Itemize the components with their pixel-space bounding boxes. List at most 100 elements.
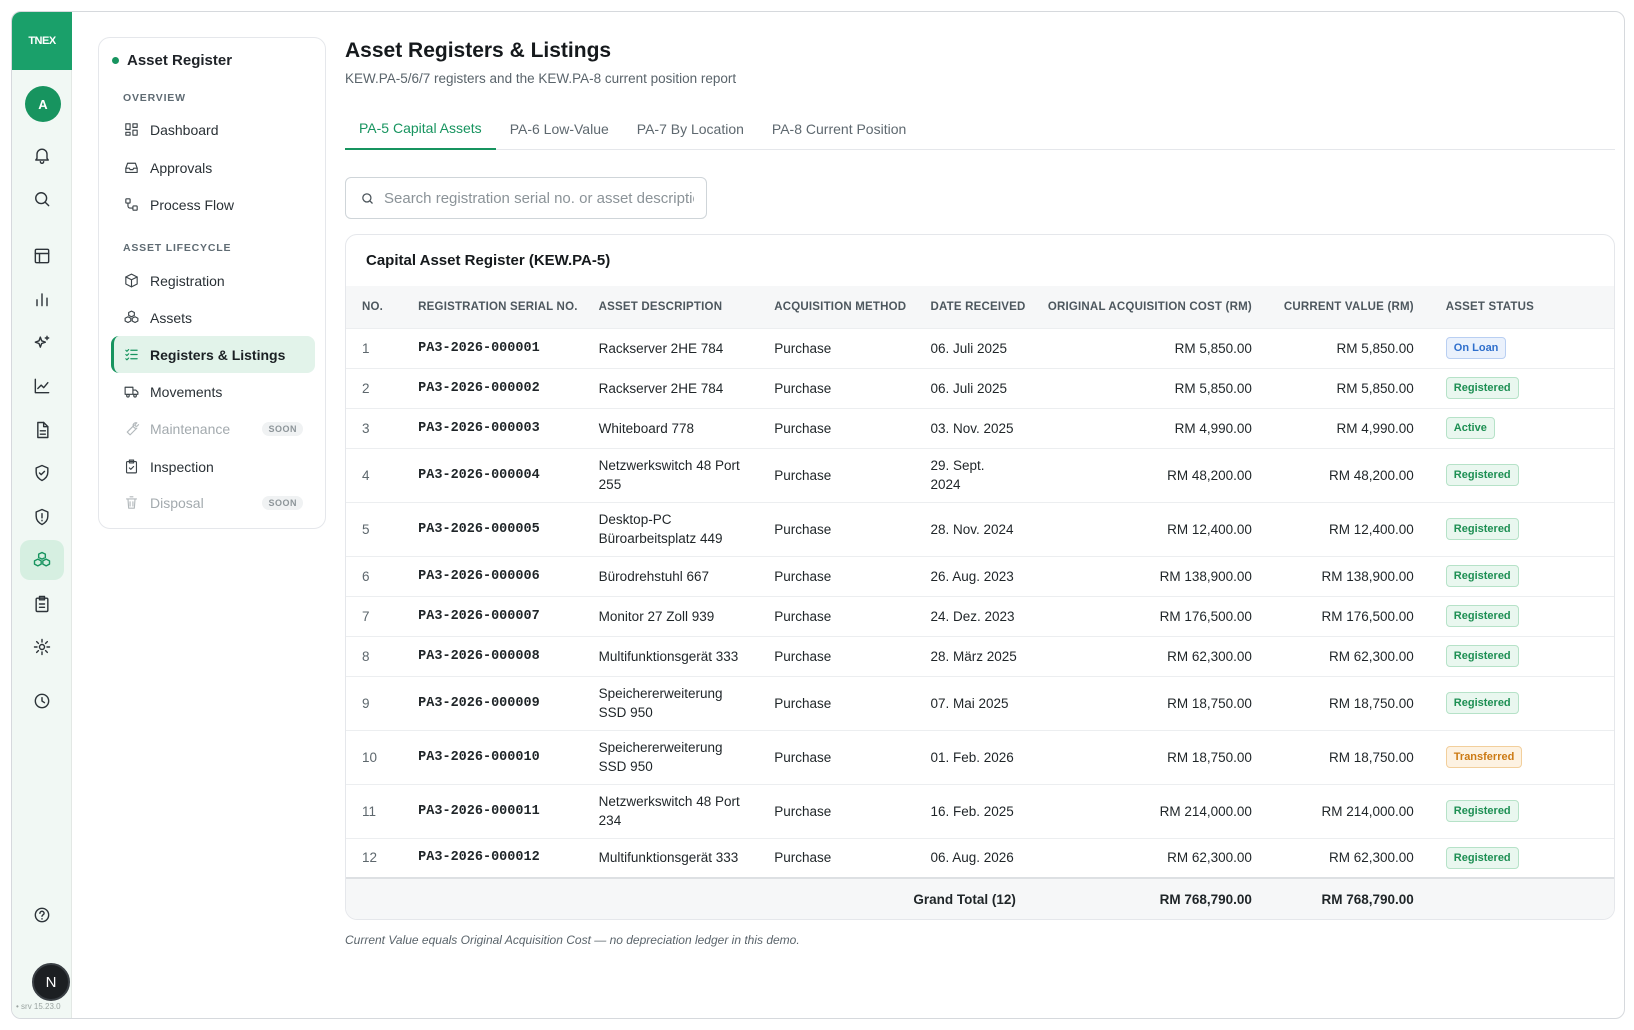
app-window: TNEX A • srv 15.23.0 N Asset Register OV… xyxy=(11,11,1625,1019)
grid-icon xyxy=(125,123,138,136)
current-value-text: RM 48,200.00 xyxy=(1328,467,1414,483)
row-number: 12 xyxy=(346,838,402,878)
status-badge: Registered xyxy=(1445,464,1519,486)
clock-icon[interactable] xyxy=(20,681,64,721)
asset-status: Registered xyxy=(1430,448,1614,502)
row-number: 8 xyxy=(346,636,402,676)
search-input[interactable] xyxy=(384,189,694,207)
avatar[interactable]: A xyxy=(25,86,61,122)
date-received-line: 06. Aug. 2026 xyxy=(930,850,1014,866)
asset-status: Registered xyxy=(1430,636,1614,676)
current-value-text: RM 5,850.00 xyxy=(1336,380,1414,396)
row-number-text: 9 xyxy=(362,695,370,711)
date-received: 03. Nov. 2025 xyxy=(914,408,1031,448)
acquisition-method: Purchase xyxy=(758,636,914,676)
shield-check-icon[interactable] xyxy=(20,453,64,493)
nav-item-inspection[interactable]: Inspection xyxy=(111,448,315,485)
asset-status: Registered xyxy=(1430,368,1614,408)
row-number: 7 xyxy=(346,596,402,636)
app-logo[interactable]: TNEX xyxy=(12,12,72,70)
column-header[interactable]: DATE RECEIVED xyxy=(914,286,1031,328)
registration-serial-text: PA3-2026-000007 xyxy=(418,608,540,624)
acquisition-method-text: Purchase xyxy=(774,340,832,356)
table-row[interactable]: 10 PA3-2026-000010 Speichererweiterung SSD … xyxy=(346,730,1614,784)
bell-icon[interactable] xyxy=(20,135,64,175)
current-value-text: RM 138,900.00 xyxy=(1321,568,1414,584)
icon-rail: TNEX A • srv 15.23.0 xyxy=(12,12,72,1018)
gear-icon[interactable] xyxy=(20,627,64,667)
row-number: 3 xyxy=(346,408,402,448)
acquisition-method: Purchase xyxy=(758,408,914,448)
row-number: 5 xyxy=(346,502,402,556)
table-row[interactable]: 11 PA3-2026-000011 Netzwerkswitch 48 Port 2… xyxy=(346,784,1614,838)
column-header[interactable]: REGISTRATION SERIAL NO. xyxy=(402,286,583,328)
asset-description-line: Whiteboard 778 xyxy=(598,420,694,436)
current-value: RM 62,300.00 xyxy=(1268,636,1430,676)
acquisition-method-text: Purchase xyxy=(774,850,832,866)
tab-pa7-by-location[interactable]: PA-7 By Location xyxy=(623,108,758,150)
registration-serial: PA3-2026-000001 xyxy=(402,328,583,368)
help-icon[interactable] xyxy=(20,895,64,935)
date-received: 06. Juli 2025 xyxy=(914,368,1031,408)
nav-item-process-flow[interactable]: Process Flow xyxy=(111,186,315,223)
column-header[interactable]: ACQUISITION METHOD xyxy=(758,286,914,328)
tab-pa6-low-value[interactable]: PA-6 Low-Value xyxy=(496,108,623,150)
nav-item-approvals[interactable]: Approvals xyxy=(111,149,315,186)
date-received-line: 24. Dez. 2023 xyxy=(930,608,1015,624)
shield-alert-icon[interactable] xyxy=(20,497,64,537)
asset-description-line: Rackserver 2HE 784 xyxy=(598,340,724,356)
table-row[interactable]: 12 PA3-2026-000012 Multifunktionsgerät 333… xyxy=(346,838,1614,878)
table-row[interactable]: 3 PA3-2026-000003 Whiteboard 778 Purchase 03… xyxy=(346,408,1614,448)
tab-pa5-capital-assets[interactable]: PA-5 Capital Assets xyxy=(345,108,496,150)
original-cost: RM 62,300.00 xyxy=(1032,636,1268,676)
original-cost: RM 62,300.00 xyxy=(1032,838,1268,878)
table-header-row: NO. REGISTRATION SERIAL NO. ASSET DESCRI… xyxy=(346,286,1614,328)
main-content: Asset Registers & Listings KEW.PA-5/6/7 … xyxy=(345,12,1615,1018)
table-row[interactable]: 2 PA3-2026-000002 Rackserver 2HE 784 Purcha… xyxy=(346,368,1614,408)
bar-chart-icon[interactable] xyxy=(20,279,64,319)
nav-item-registers-listings[interactable]: Registers & Listings xyxy=(111,336,315,373)
cubes-icon[interactable] xyxy=(20,540,64,580)
nav-item-assets[interactable]: Assets xyxy=(111,299,315,336)
original-cost: RM 4,990.00 xyxy=(1032,408,1268,448)
document-icon[interactable] xyxy=(20,410,64,450)
trash-icon xyxy=(125,496,138,509)
tab-pa8-current-position[interactable]: PA-8 Current Position xyxy=(758,108,920,150)
acquisition-method: Purchase xyxy=(758,328,914,368)
original-cost-text: RM 214,000.00 xyxy=(1159,803,1252,819)
sparkle-icon[interactable] xyxy=(20,323,64,363)
column-header[interactable]: CURRENT VALUE (RM) xyxy=(1268,286,1430,328)
nav-item-label: Registers & Listings xyxy=(150,346,286,363)
nav-item-movements[interactable]: Movements xyxy=(111,373,315,410)
search-icon[interactable] xyxy=(20,179,64,219)
table-row[interactable]: 8 PA3-2026-000008 Multifunktionsgerät 333 P… xyxy=(346,636,1614,676)
column-header[interactable]: ASSET STATUS xyxy=(1430,286,1614,328)
table-row[interactable]: 6 PA3-2026-000006 Bürodrehstuhl 667 Purchas… xyxy=(346,556,1614,596)
table-row[interactable]: 9 PA3-2026-000009 Speichererweiterung SSD 9… xyxy=(346,676,1614,730)
asset-description: Speichererweiterung SSD 950 xyxy=(583,676,759,730)
nav-item-registration[interactable]: Registration xyxy=(111,262,315,299)
search-box[interactable] xyxy=(345,177,707,219)
nav-item-dashboard[interactable]: Dashboard xyxy=(111,111,315,148)
acquisition-method-text: Purchase xyxy=(774,803,832,819)
registration-serial-text: PA3-2026-000009 xyxy=(418,695,540,711)
column-header[interactable]: ORIGINAL ACQUISITION COST (RM) xyxy=(1032,286,1268,328)
status-badge: Registered xyxy=(1445,565,1519,587)
asset-description: Netzwerkswitch 48 Port 234 xyxy=(583,784,759,838)
table-row[interactable]: 7 PA3-2026-000007 Monitor 27 Zoll 939 Purch… xyxy=(346,596,1614,636)
date-received: 07. Mai 2025 xyxy=(914,676,1031,730)
table-row[interactable]: 1 PA3-2026-000001 Rackserver 2HE 784 Purcha… xyxy=(346,328,1614,368)
original-cost-text: RM 12,400.00 xyxy=(1167,521,1252,537)
row-number-text: 6 xyxy=(362,568,370,584)
table-row[interactable]: 4 PA3-2026-000004 Netzwerkswitch 48 Port 25… xyxy=(346,448,1614,502)
registration-serial-text: PA3-2026-000006 xyxy=(418,568,540,584)
table-row[interactable]: 5 PA3-2026-000005 Desktop-PC Büroarbeitspla… xyxy=(346,502,1614,556)
row-number-text: 4 xyxy=(362,467,370,483)
column-header[interactable]: ASSET DESCRIPTION xyxy=(583,286,759,328)
line-chart-icon[interactable] xyxy=(20,366,64,406)
table-icon[interactable] xyxy=(20,236,64,276)
user-avatar[interactable]: N xyxy=(32,963,70,1001)
column-header[interactable]: NO. xyxy=(346,286,402,328)
clipboard-icon[interactable] xyxy=(20,584,64,624)
date-received: 06. Aug. 2026 xyxy=(914,838,1031,878)
